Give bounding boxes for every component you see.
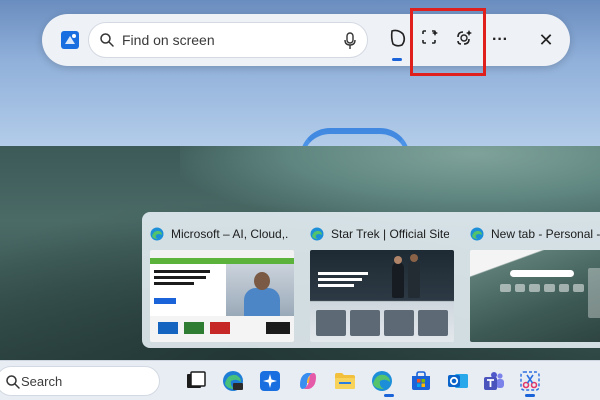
search-input[interactable]: Find on screen — [122, 32, 215, 48]
preview-window-microsoft[interactable]: Microsoft – AI, Cloud,... — [144, 220, 294, 342]
preview-header: New tab - Personal - ... — [470, 224, 600, 244]
preview-title: Microsoft – AI, Cloud,... — [171, 227, 289, 241]
search-icon — [5, 374, 21, 390]
taskbar-search-box[interactable]: Search — [0, 366, 160, 396]
more-options-button[interactable]: ··· — [486, 26, 514, 54]
preview-header: Star Trek | Official Site... — [310, 224, 450, 244]
close-button[interactable]: ✕ — [532, 26, 560, 54]
snipping-tool-running-indicator — [525, 394, 535, 397]
preview-title: New tab - Personal - ... — [491, 227, 600, 241]
search-box[interactable]: Find on screen — [88, 22, 368, 58]
edge-icon[interactable] — [370, 369, 394, 393]
taskbar-search-label: Search — [21, 374, 63, 389]
mic-icon[interactable] — [343, 32, 357, 50]
highlight-annotation-box — [410, 8, 486, 76]
snipping-tool-icon[interactable] — [518, 369, 542, 393]
task-view-icon[interactable] — [184, 369, 208, 393]
more-icon: ··· — [492, 31, 508, 48]
store-icon[interactable] — [409, 369, 433, 393]
preview-header: Microsoft – AI, Cloud,... — [150, 224, 290, 244]
edge-icon — [310, 227, 324, 241]
active-tool-indicator — [392, 58, 402, 61]
copilot-icon[interactable] — [296, 369, 320, 393]
snipping-sparkle-icon[interactable] — [258, 369, 282, 393]
visual-search-icon — [389, 28, 407, 53]
preview-window-new-tab[interactable]: New tab - Personal - ... — [464, 220, 600, 342]
preview-thumbnail — [470, 250, 600, 342]
edge-icon — [150, 227, 164, 241]
edge-beta-icon[interactable] — [221, 369, 245, 393]
search-icon — [99, 32, 115, 48]
app-icon[interactable] — [60, 30, 80, 50]
preview-thumbnail — [150, 250, 294, 342]
edge-icon — [470, 227, 484, 241]
file-explorer-icon[interactable] — [333, 369, 357, 393]
taskbar: Search — [0, 360, 600, 400]
taskbar-window-previews: Microsoft – AI, Cloud,... Star Trek | Of… — [142, 212, 600, 348]
find-on-screen-bar: Find on screen ··· ✕ — [42, 14, 570, 66]
preview-thumbnail — [310, 250, 454, 342]
close-icon: ✕ — [538, 29, 554, 50]
preview-title: Star Trek | Official Site... — [331, 227, 449, 241]
preview-window-star-trek[interactable]: Star Trek | Official Site... — [304, 220, 454, 342]
teams-icon[interactable] — [482, 369, 506, 393]
visual-search-button[interactable] — [384, 26, 412, 54]
edge-running-indicator — [384, 394, 394, 397]
outlook-icon[interactable] — [446, 369, 470, 393]
